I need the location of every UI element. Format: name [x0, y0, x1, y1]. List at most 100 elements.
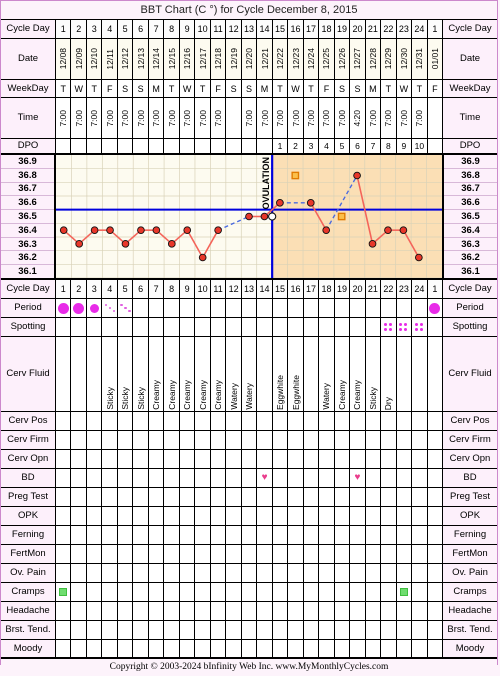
grid-cell[interactable] — [288, 318, 304, 336]
grid-cell[interactable] — [257, 621, 273, 639]
grid-cell[interactable] — [396, 583, 413, 601]
grid-cell[interactable] — [56, 545, 72, 563]
grid-cell[interactable] — [86, 526, 103, 544]
grid-cell[interactable] — [164, 318, 180, 336]
grid-cell[interactable] — [179, 602, 196, 620]
moody-cells[interactable] — [56, 640, 443, 657]
grid-cell[interactable] — [71, 564, 87, 582]
grid-cell[interactable] — [272, 602, 289, 620]
grid-cell[interactable] — [241, 564, 258, 582]
fertmon-cells[interactable] — [56, 545, 443, 563]
grid-cell[interactable] — [241, 507, 258, 525]
grid-cell[interactable] — [164, 412, 180, 430]
grid-cell[interactable] — [210, 431, 227, 449]
grid-cell[interactable] — [71, 469, 87, 487]
grid-cell[interactable] — [334, 602, 351, 620]
grid-cell[interactable] — [427, 526, 443, 544]
grid-cell[interactable] — [86, 602, 103, 620]
brst-tend-cells[interactable] — [56, 621, 443, 639]
grid-cell[interactable] — [257, 318, 273, 336]
grid-cell[interactable]: Creamy — [334, 337, 351, 411]
cerv-firm-cells[interactable] — [56, 431, 443, 449]
grid-cell[interactable] — [179, 640, 196, 657]
grid-cell[interactable] — [365, 412, 382, 430]
grid-cell[interactable] — [164, 507, 180, 525]
grid-cell[interactable] — [86, 621, 103, 639]
grid-cell[interactable] — [303, 602, 320, 620]
opk-cells[interactable] — [56, 507, 443, 525]
grid-cell[interactable] — [226, 412, 242, 430]
grid-cell[interactable] — [133, 299, 149, 317]
grid-cell[interactable] — [56, 488, 72, 506]
grid-cell[interactable] — [86, 431, 103, 449]
grid-cell[interactable]: Sticky — [117, 337, 134, 411]
grid-cell[interactable] — [365, 564, 382, 582]
grid-cell[interactable] — [86, 564, 103, 582]
grid-cell[interactable] — [195, 469, 211, 487]
grid-cell[interactable] — [179, 545, 196, 563]
grid-cell[interactable] — [241, 412, 258, 430]
grid-cell[interactable] — [427, 564, 443, 582]
grid-cell[interactable] — [412, 299, 428, 317]
grid-cell[interactable] — [334, 621, 351, 639]
grid-cell[interactable] — [427, 337, 443, 411]
grid-cell[interactable] — [226, 545, 242, 563]
grid-cell[interactable] — [226, 640, 242, 657]
grid-cell[interactable] — [56, 602, 72, 620]
grid-cell[interactable] — [56, 431, 72, 449]
grid-cell[interactable] — [272, 564, 289, 582]
grid-cell[interactable] — [427, 602, 443, 620]
grid-cell[interactable] — [226, 431, 242, 449]
grid-cell[interactable] — [241, 450, 258, 468]
grid-cell[interactable] — [117, 299, 134, 317]
grid-cell[interactable] — [396, 602, 413, 620]
grid-cell[interactable] — [71, 412, 87, 430]
grid-cell[interactable] — [133, 583, 149, 601]
grid-cell[interactable] — [133, 545, 149, 563]
grid-cell[interactable] — [117, 602, 134, 620]
grid-cell[interactable]: Creamy — [179, 337, 196, 411]
grid-cell[interactable] — [334, 450, 351, 468]
grid-cell[interactable] — [427, 299, 443, 317]
grid-cell[interactable] — [381, 507, 397, 525]
grid-cell[interactable] — [303, 564, 320, 582]
grid-cell[interactable] — [365, 507, 382, 525]
grid-cell[interactable] — [71, 431, 87, 449]
grid-cell[interactable] — [56, 412, 72, 430]
grid-cell[interactable] — [272, 412, 289, 430]
grid-cell[interactable] — [381, 450, 397, 468]
grid-cell[interactable] — [412, 412, 428, 430]
grid-cell[interactable] — [148, 602, 165, 620]
grid-cell[interactable] — [102, 318, 118, 336]
grid-cell[interactable] — [102, 526, 118, 544]
grid-cell[interactable] — [71, 299, 87, 317]
grid-cell[interactable] — [272, 545, 289, 563]
grid-cell[interactable] — [179, 450, 196, 468]
grid-cell[interactable] — [226, 621, 242, 639]
grid-cell[interactable] — [334, 431, 351, 449]
grid-cell[interactable] — [319, 545, 335, 563]
grid-cell[interactable] — [365, 450, 382, 468]
grid-cell[interactable] — [133, 602, 149, 620]
grid-cell[interactable]: Creamy — [195, 337, 211, 411]
grid-cell[interactable] — [56, 469, 72, 487]
grid-cell[interactable] — [71, 488, 87, 506]
grid-cell[interactable] — [257, 412, 273, 430]
grid-cell[interactable] — [133, 621, 149, 639]
grid-cell[interactable] — [272, 640, 289, 657]
grid-cell[interactable] — [288, 450, 304, 468]
grid-cell[interactable] — [381, 621, 397, 639]
grid-cell[interactable] — [303, 469, 320, 487]
grid-cell[interactable] — [303, 431, 320, 449]
grid-cell[interactable] — [164, 621, 180, 639]
grid-cell[interactable] — [288, 545, 304, 563]
grid-cell[interactable] — [381, 469, 397, 487]
grid-cell[interactable] — [195, 299, 211, 317]
grid-cell[interactable] — [195, 564, 211, 582]
grid-cell[interactable] — [365, 545, 382, 563]
grid-cell[interactable] — [210, 450, 227, 468]
grid-cell[interactable]: Creamy — [210, 337, 227, 411]
grid-cell[interactable] — [179, 621, 196, 639]
grid-cell[interactable]: Watery — [241, 337, 258, 411]
grid-cell[interactable] — [303, 450, 320, 468]
